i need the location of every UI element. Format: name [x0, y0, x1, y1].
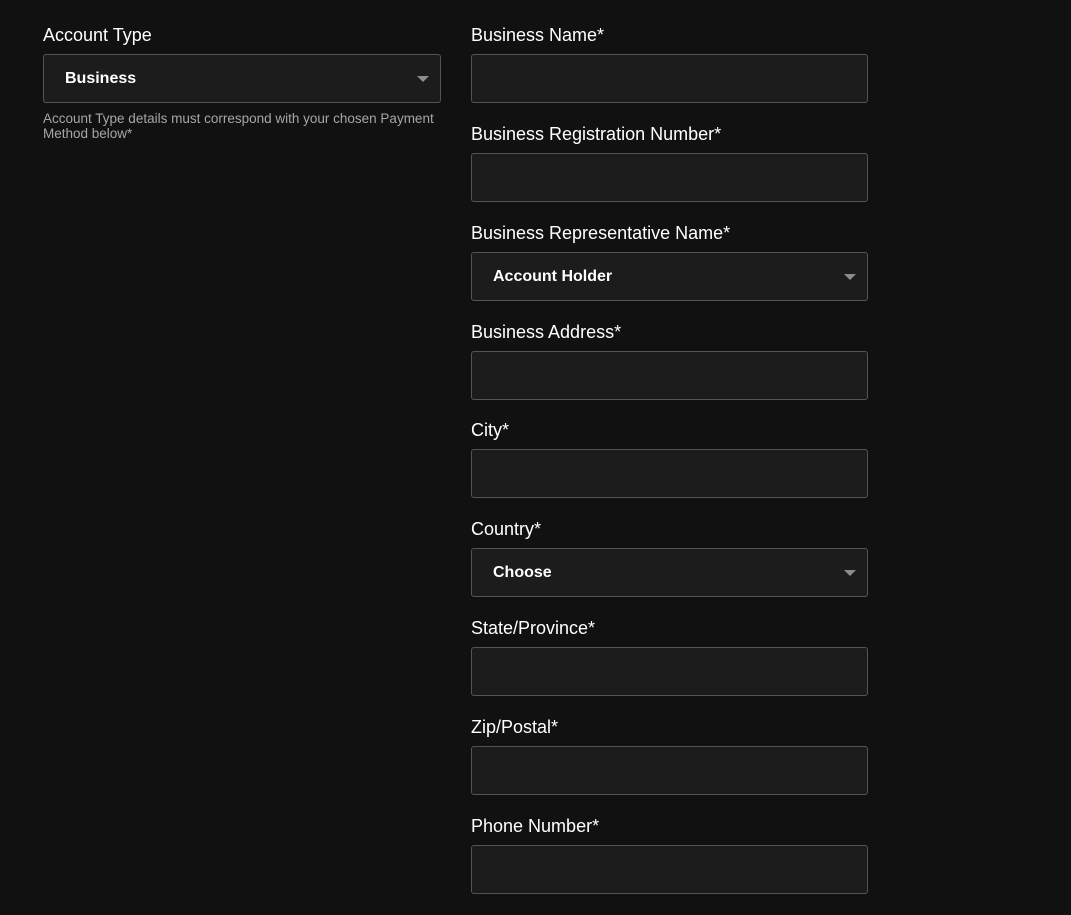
- account-type-value: Business: [65, 70, 137, 87]
- account-type-select[interactable]: Business: [43, 54, 441, 103]
- registration-number-label: Business Registration Number*: [471, 124, 722, 144]
- business-address-label: Business Address*: [471, 322, 622, 342]
- country-label: Country*: [471, 519, 542, 539]
- representative-name-select[interactable]: Account Holder: [471, 252, 868, 301]
- chevron-down-icon: [417, 76, 429, 82]
- zip-postal-label: Zip/Postal*: [471, 717, 559, 737]
- city-input[interactable]: [471, 449, 868, 498]
- state-province-input[interactable]: [471, 647, 868, 696]
- account-type-help-text: Account Type details must correspond wit…: [43, 111, 434, 141]
- state-province-label: State/Province*: [471, 618, 596, 638]
- representative-name-label: Business Representative Name*: [471, 223, 731, 243]
- country-select[interactable]: Choose: [471, 548, 868, 597]
- zip-postal-input[interactable]: [471, 746, 868, 795]
- business-name-input[interactable]: [471, 54, 868, 103]
- chevron-down-icon: [844, 570, 856, 576]
- account-type-label: Account Type: [43, 25, 152, 45]
- representative-name-value: Account Holder: [493, 268, 613, 285]
- phone-number-label: Phone Number*: [471, 816, 600, 836]
- city-label: City*: [471, 420, 510, 440]
- registration-number-input[interactable]: [471, 153, 868, 202]
- phone-number-input[interactable]: [471, 845, 868, 894]
- business-name-label: Business Name*: [471, 25, 605, 45]
- country-value: Choose: [493, 564, 552, 581]
- business-address-input[interactable]: [471, 351, 868, 400]
- chevron-down-icon: [844, 274, 856, 280]
